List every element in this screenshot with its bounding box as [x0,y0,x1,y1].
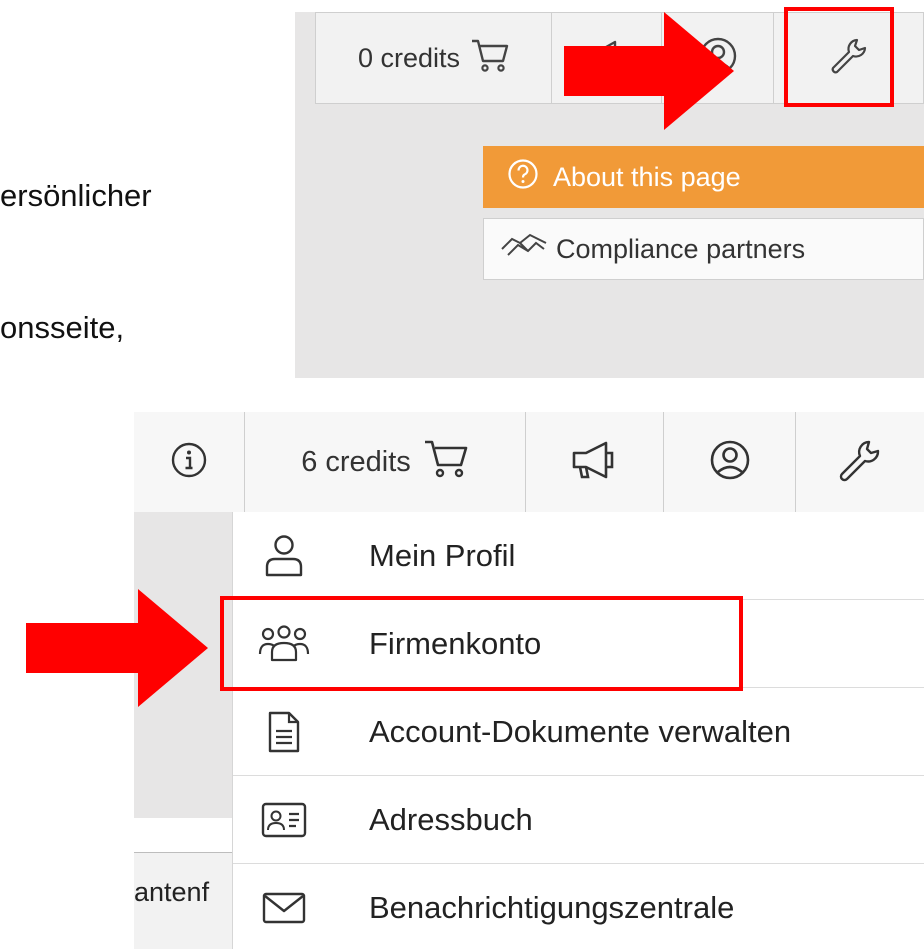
compliance-partners-label: Compliance partners [556,233,806,264]
user-icon [233,533,335,579]
doc-text-line-1: ersönlicher [0,178,152,213]
credits-label: 6 credits [301,445,411,478]
credits-tab[interactable]: 6 credits [244,412,526,512]
menu-item-label: Account-Dokumente verwalten [369,713,792,749]
about-this-page-label: About this page [553,161,741,192]
question-circle-icon [507,158,539,197]
handshake-icon [500,229,548,270]
wrench-icon [836,436,884,489]
background-cell-text: antenf [134,877,210,907]
document-icon [233,710,335,754]
highlight-box-wrench [784,7,894,107]
info-tab[interactable] [134,412,244,512]
menu-item-mein-profil[interactable]: Mein Profil [233,512,924,600]
account-dropdown-menu: Mein Profil Firmenkonto Account-Dokument… [232,512,924,949]
menu-item-adressbuch[interactable]: Adressbuch [233,776,924,864]
megaphone-icon [570,439,620,486]
highlight-box-firmenkonto [220,596,743,691]
menu-item-label: Benachrichtigungszentrale [369,890,735,925]
about-this-page-item[interactable]: About this page [483,146,924,208]
user-circle-icon [708,438,752,487]
cart-icon [470,37,510,80]
info-icon [169,440,209,485]
cart-icon [423,437,469,487]
doc-text-line-2: onsseite, [0,310,125,345]
credits-label: 0 credits [357,42,461,73]
address-card-icon [233,801,335,839]
wrench-tab[interactable] [796,412,924,512]
menu-item-account-dokumente[interactable]: Account-Dokumente verwalten [233,688,924,776]
credits-tab[interactable]: 0 credits [315,12,553,104]
menu-item-label: Mein Profil [369,537,516,573]
background-table-cell: antenf [134,852,232,949]
megaphone-tab[interactable] [526,412,663,512]
menu-item-label: Adressbuch [369,801,533,837]
user-tab[interactable] [663,412,796,512]
compliance-partners-item[interactable]: Compliance partners [483,218,924,280]
red-arrow-top [564,12,734,130]
red-arrow-bottom [26,589,208,707]
menu-item-benachrichtigungszentrale[interactable]: Benachrichtigungszentrale [233,864,924,949]
envelope-icon [233,891,335,925]
